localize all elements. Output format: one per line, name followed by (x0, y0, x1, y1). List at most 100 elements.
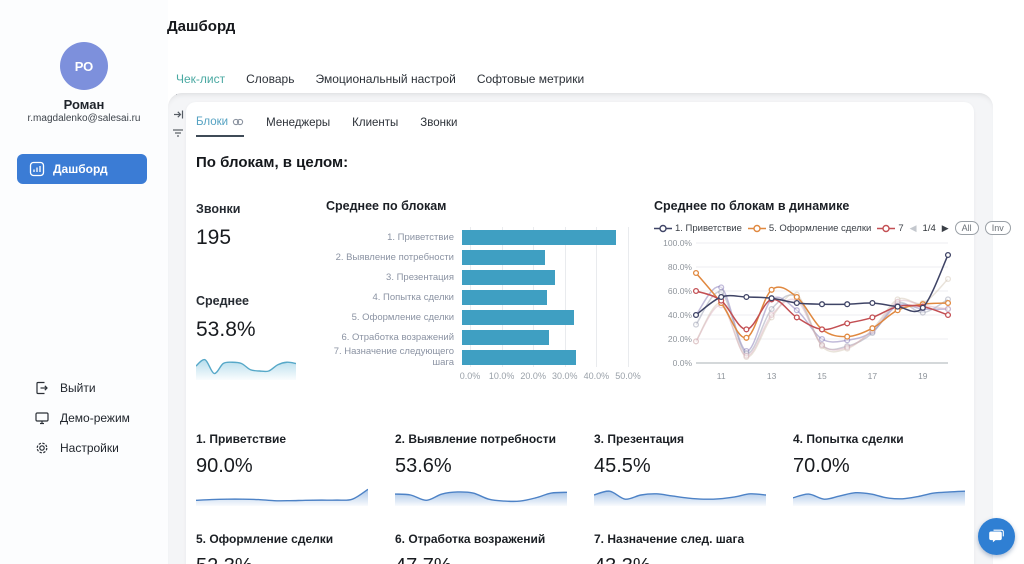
average-stat: Среднее 53.8% (196, 294, 256, 342)
bar-track (462, 227, 620, 247)
bar-track (462, 267, 620, 287)
svg-text:15: 15 (817, 371, 827, 381)
legend-item[interactable]: 5. Оформление сделки (748, 223, 871, 234)
line-chart-legend: 1. Приветствие5. Оформление сделки7◀1/4▶… (654, 221, 966, 235)
legend-button-inv[interactable]: Inv (985, 221, 1011, 235)
tool-strip (172, 109, 184, 138)
bar-track (462, 347, 620, 367)
svg-text:0.0%: 0.0% (673, 358, 693, 368)
sidebar: РО Роман r.magdalenko@salesai.ru Дашборд… (0, 0, 168, 564)
bar-row: 1. Приветствие (326, 227, 636, 247)
bar-x-tick: 0.0% (460, 371, 481, 381)
metric-card-title: 5. Оформление сделки (196, 532, 376, 546)
metric-card-value: 53.6% (395, 455, 575, 478)
content-panel: БлокиМенеджерыКлиентыЗвонки По блокам, в… (168, 93, 993, 564)
line-chart: Среднее по блокам в динамике 1. Приветст… (654, 199, 966, 387)
inner-tab-звонки[interactable]: Звонки (420, 116, 457, 137)
sidebar-item-dashboard[interactable]: Дашборд (17, 154, 147, 184)
bar-track (462, 287, 620, 307)
metric-card: 4. Попытка сделки70.0% (793, 432, 973, 506)
bar-row: 5. Оформление сделки (326, 307, 636, 327)
svg-text:100.0%: 100.0% (663, 238, 692, 248)
bar[interactable] (462, 310, 574, 325)
metric-card-title: 6. Отработка возражений (395, 532, 575, 546)
inner-tabs: Блоки Менеджеры Клиенты Звонки (196, 116, 457, 137)
inner-tab-label: Менеджеры (266, 117, 330, 129)
metric-card-title: 7. Назначение след. шага (594, 532, 774, 546)
bar-category-label: 7. Назначение следующего шага (326, 346, 462, 368)
line-chart-plot: 0.0%20.0%40.0%60.0%80.0%100.0%1113151719 (654, 235, 966, 387)
legend-item[interactable]: 1. Приветствие (654, 223, 742, 234)
avatar[interactable]: РО (60, 42, 108, 90)
metric-card: 1. Приветствие90.0% (196, 432, 376, 506)
svg-text:13: 13 (767, 371, 777, 381)
bar-x-tick: 40.0% (584, 371, 610, 381)
gear-icon (34, 440, 50, 456)
legend-prev-icon[interactable]: ◀ (910, 223, 917, 234)
svg-text:11: 11 (717, 371, 726, 381)
bar-chart-title: Среднее по блокам (326, 199, 636, 213)
legend-label: 5. Оформление сделки (769, 223, 871, 234)
monitor-icon (34, 410, 50, 426)
svg-text:60.0%: 60.0% (668, 286, 693, 296)
metric-card: 3. Презентация45.5% (594, 432, 774, 506)
calls-label: Звонки (196, 202, 240, 216)
bar-category-label: 3. Презентация (326, 272, 462, 283)
bar-chart: Среднее по блокам 1. Приветствие 2. Выявл… (326, 199, 636, 385)
bar[interactable] (462, 350, 576, 365)
chat-button[interactable] (978, 518, 1015, 555)
metric-card-title: 3. Презентация (594, 432, 774, 446)
bar[interactable] (462, 270, 555, 285)
link-icon (232, 118, 244, 126)
metric-card-value: 43.3% (594, 555, 774, 564)
metric-card-title: 4. Попытка сделки (793, 432, 973, 446)
sidebar-item-demo-mode[interactable]: Демо-режим (34, 408, 130, 428)
bar[interactable] (462, 250, 545, 265)
line-chart-title: Среднее по блокам в динамике (654, 199, 966, 213)
bar[interactable] (462, 330, 549, 345)
filter-icon[interactable] (172, 128, 184, 138)
logout-icon (34, 380, 50, 396)
metric-card-value: 90.0% (196, 455, 376, 478)
legend-label: 7 (898, 223, 903, 234)
sidebar-item-label: Настройки (60, 441, 119, 455)
inner-tab-блоки[interactable]: Блоки (196, 116, 244, 137)
bar-category-label: 1. Приветствие (326, 232, 462, 243)
bar-category-label: 2. Выявление потребности (326, 252, 462, 263)
bar-row: 6. Отработка возражений (326, 327, 636, 347)
legend-button-all[interactable]: All (955, 221, 979, 235)
legend-next-icon[interactable]: ▶ (942, 223, 949, 234)
bar-x-tick: 20.0% (520, 371, 546, 381)
average-label: Среднее (196, 294, 256, 308)
sidebar-item-settings[interactable]: Настройки (34, 438, 130, 458)
bar-row: 4. Попытка сделки (326, 287, 636, 307)
metric-card: 7. Назначение след. шага 43.3% (594, 532, 774, 564)
calls-value: 195 (196, 226, 240, 250)
user-name: Роман (0, 97, 168, 112)
inner-tab-label: Блоки (196, 116, 228, 128)
sidebar-footer: Выйти Демо-режим Настройки (34, 378, 130, 458)
calls-stat: Звонки 195 (196, 202, 240, 250)
collapse-icon[interactable] (173, 109, 184, 120)
legend-marker-icon (654, 224, 672, 233)
sidebar-item-logout[interactable]: Выйти (34, 378, 130, 398)
bar-track (462, 307, 620, 327)
bar-row: 2. Выявление потребности (326, 247, 636, 267)
legend-item[interactable]: 7 (877, 223, 903, 234)
metric-card-value: 47.7% (395, 555, 575, 564)
bar-x-tick: 50.0% (615, 371, 641, 381)
svg-text:80.0%: 80.0% (668, 262, 693, 272)
inner-tab-менеджеры[interactable]: Менеджеры (266, 116, 330, 137)
inner-tab-label: Клиенты (352, 117, 398, 129)
inner-tab-клиенты[interactable]: Клиенты (352, 116, 398, 137)
page-title: Дашборд (167, 18, 235, 35)
chat-icon (987, 527, 1006, 546)
sidebar-item-label: Дашборд (53, 162, 108, 176)
average-value: 53.8% (196, 318, 256, 342)
inner-tab-label: Звонки (420, 117, 457, 129)
svg-text:20.0%: 20.0% (668, 334, 693, 344)
bar[interactable] (462, 290, 547, 305)
metric-card: 6. Отработка возражений 47.7% (395, 532, 575, 564)
bar-category-label: 6. Отработка возражений (326, 332, 462, 343)
bar[interactable] (462, 230, 616, 245)
